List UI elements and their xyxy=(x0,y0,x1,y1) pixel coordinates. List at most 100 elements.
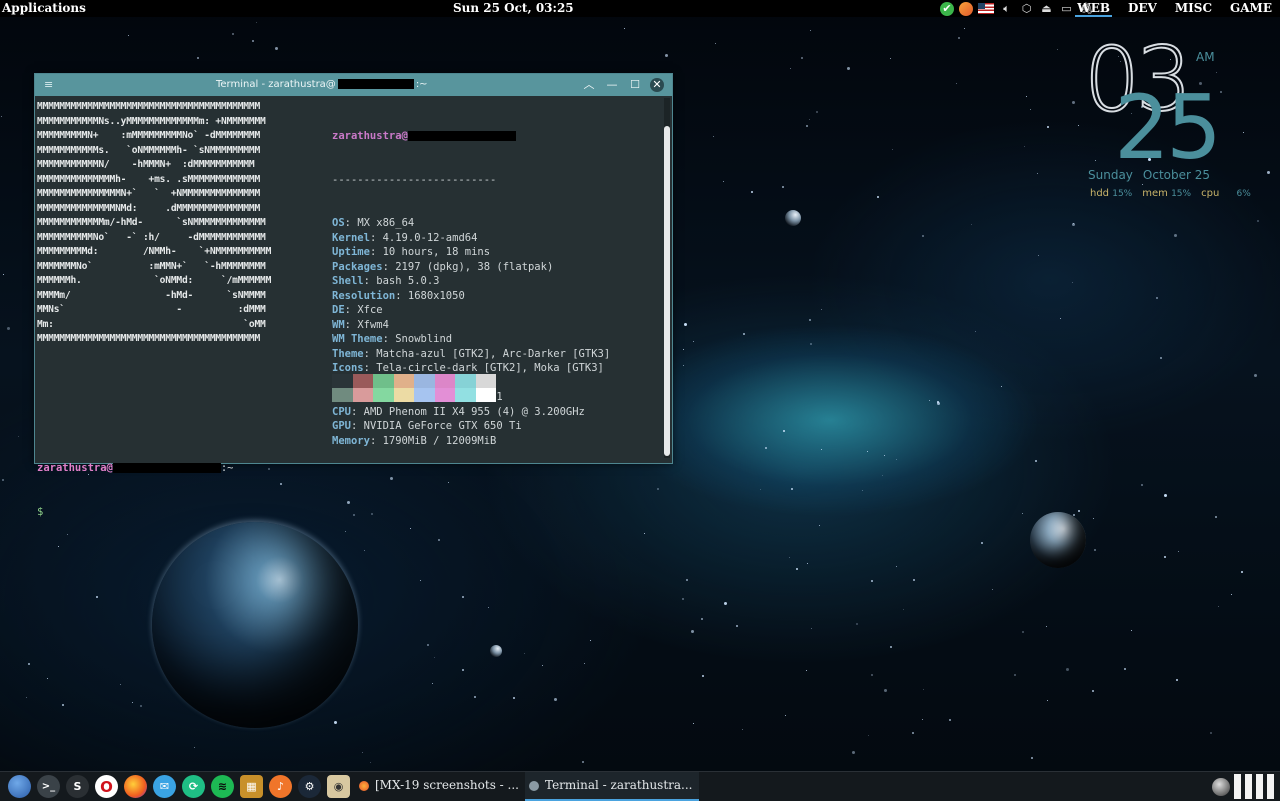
steam-s-icon[interactable]: S xyxy=(66,775,89,798)
panel-clock[interactable]: Sun 25 Oct, 03:25 xyxy=(453,1,574,15)
info-row: WM Theme: Snowblind xyxy=(332,333,453,345)
radio-icon[interactable]: ▦ xyxy=(240,775,263,798)
star xyxy=(427,644,429,646)
volume-icon[interactable]: 🔈︎ xyxy=(999,2,1014,16)
terminal-output[interactable]: MMMMMMMMMMMMMMMMMMMMMMMMMMMMMMMMMMMMMMMM… xyxy=(35,96,662,518)
firefox-tray-icon[interactable] xyxy=(959,1,973,16)
workspace-pager-1[interactable] xyxy=(1234,774,1241,799)
user-avatar[interactable] xyxy=(1212,777,1230,796)
terminal-scrollbar[interactable] xyxy=(664,98,670,458)
star xyxy=(390,477,393,480)
star xyxy=(1257,220,1259,222)
info-value: Matcha-azul [GTK2], Arc-Darker [GTK3] xyxy=(376,347,611,360)
minimize-icon[interactable]: — xyxy=(604,77,620,93)
info-value: MX x86_64 xyxy=(357,217,415,229)
star xyxy=(743,333,745,335)
star xyxy=(683,349,684,350)
workspace-game[interactable]: GAME xyxy=(1228,1,1274,17)
info-key: Memory xyxy=(332,434,370,447)
terminal-icon[interactable]: >_ xyxy=(37,775,60,798)
star xyxy=(882,475,883,476)
info-value: Tela-circle-dark [GTK2], Moka [GTK3] xyxy=(376,362,604,374)
color-swatch xyxy=(434,374,455,388)
star xyxy=(871,580,873,582)
conky-ampm: AM xyxy=(1196,50,1215,64)
us-flag-icon[interactable] xyxy=(978,3,994,14)
star xyxy=(582,761,584,763)
workspace-pager-4[interactable] xyxy=(1267,774,1274,799)
star xyxy=(742,729,743,730)
applications-menu[interactable]: Applications xyxy=(2,1,86,15)
star xyxy=(590,640,591,641)
star xyxy=(958,37,960,39)
scrollbar-thumb[interactable] xyxy=(664,126,670,456)
workspace-dev[interactable]: DEV xyxy=(1126,1,1159,17)
window-menu-icon[interactable]: ≡ xyxy=(44,78,53,91)
star xyxy=(1,116,2,117)
window-icon[interactable]: ▭ xyxy=(1059,2,1074,16)
eject-icon[interactable]: ⏏ xyxy=(1039,2,1054,16)
star xyxy=(542,665,543,666)
info-value: 4.19.0-12-amd64 xyxy=(382,231,478,244)
opera-icon[interactable]: O xyxy=(95,775,118,798)
maximize-icon[interactable]: ☐ xyxy=(627,77,643,93)
vm-icon[interactable]: ◉ xyxy=(327,775,350,798)
prompt-path: :~ xyxy=(220,462,234,474)
star xyxy=(347,501,350,504)
task-browser[interactable]: [MX-19 screenshots - ... xyxy=(355,772,525,799)
conky-widget: 03 25 AM Sunday October 25 hdd 15% mem 15%… xyxy=(1080,35,1270,206)
info-row: Memory: 1790MiB / 12009MiB xyxy=(332,434,497,447)
check-icon[interactable]: ✔ xyxy=(940,1,954,16)
info-key: DE xyxy=(332,304,345,316)
star xyxy=(702,675,704,677)
shell-prompt[interactable]: zarathustra@:~ $ xyxy=(37,432,234,548)
color-swatch xyxy=(414,374,435,388)
color-swatch xyxy=(455,374,476,388)
mail-icon[interactable]: ✉ xyxy=(153,775,176,798)
sync-icon[interactable]: ⟳ xyxy=(182,775,205,798)
info-value: 1680x1050 xyxy=(407,289,465,302)
firefox-icon[interactable] xyxy=(124,775,147,798)
redacted-hostname xyxy=(112,463,221,473)
star xyxy=(474,696,476,698)
color-swatch xyxy=(332,388,353,402)
task-terminal[interactable]: Terminal - zarathustra... xyxy=(525,772,699,801)
star xyxy=(140,705,142,707)
star xyxy=(1072,101,1075,104)
star xyxy=(256,22,257,23)
star xyxy=(949,719,951,721)
spotify-icon[interactable]: ≋ xyxy=(211,775,234,798)
window-titlebar[interactable]: ≡ Terminal - zarathustra@:~ ︿ — ☐ ✕ xyxy=(35,74,672,96)
star xyxy=(1072,282,1073,283)
star xyxy=(1176,679,1178,681)
shade-icon[interactable]: ︿ xyxy=(581,77,597,93)
star xyxy=(3,274,4,275)
workspace-pager-3[interactable] xyxy=(1256,774,1263,799)
star xyxy=(1164,494,1167,497)
star xyxy=(1024,146,1025,147)
steam-icon[interactable]: ⚙ xyxy=(298,775,321,798)
workspace-web[interactable]: WEB xyxy=(1075,1,1112,17)
star xyxy=(657,488,659,490)
info-key: Kernel xyxy=(332,231,370,244)
star xyxy=(1094,549,1096,551)
info-value: 10 hours, 18 mins xyxy=(382,246,491,258)
info-value: 2197 (dpkg), 38 (flatpak) xyxy=(395,260,554,273)
audio-icon[interactable]: ♪ xyxy=(269,775,292,798)
hdd-percent: 15% xyxy=(1112,189,1133,199)
star xyxy=(992,589,993,590)
star xyxy=(806,125,808,127)
star xyxy=(937,401,939,403)
star xyxy=(665,54,668,57)
star xyxy=(275,47,278,50)
terminal-window[interactable]: ≡ Terminal - zarathustra@:~ ︿ — ☐ ✕ MMMM… xyxy=(34,73,673,518)
package-icon[interactable]: ⬡ xyxy=(1019,2,1034,16)
star xyxy=(1215,516,1217,518)
mx-logo-icon[interactable] xyxy=(8,775,31,798)
star xyxy=(132,702,133,703)
workspace-pager-2[interactable] xyxy=(1245,774,1252,799)
planet-small xyxy=(1030,512,1086,568)
star xyxy=(353,514,355,516)
close-icon[interactable]: ✕ xyxy=(650,78,664,92)
workspace-misc[interactable]: MISC xyxy=(1173,1,1214,17)
